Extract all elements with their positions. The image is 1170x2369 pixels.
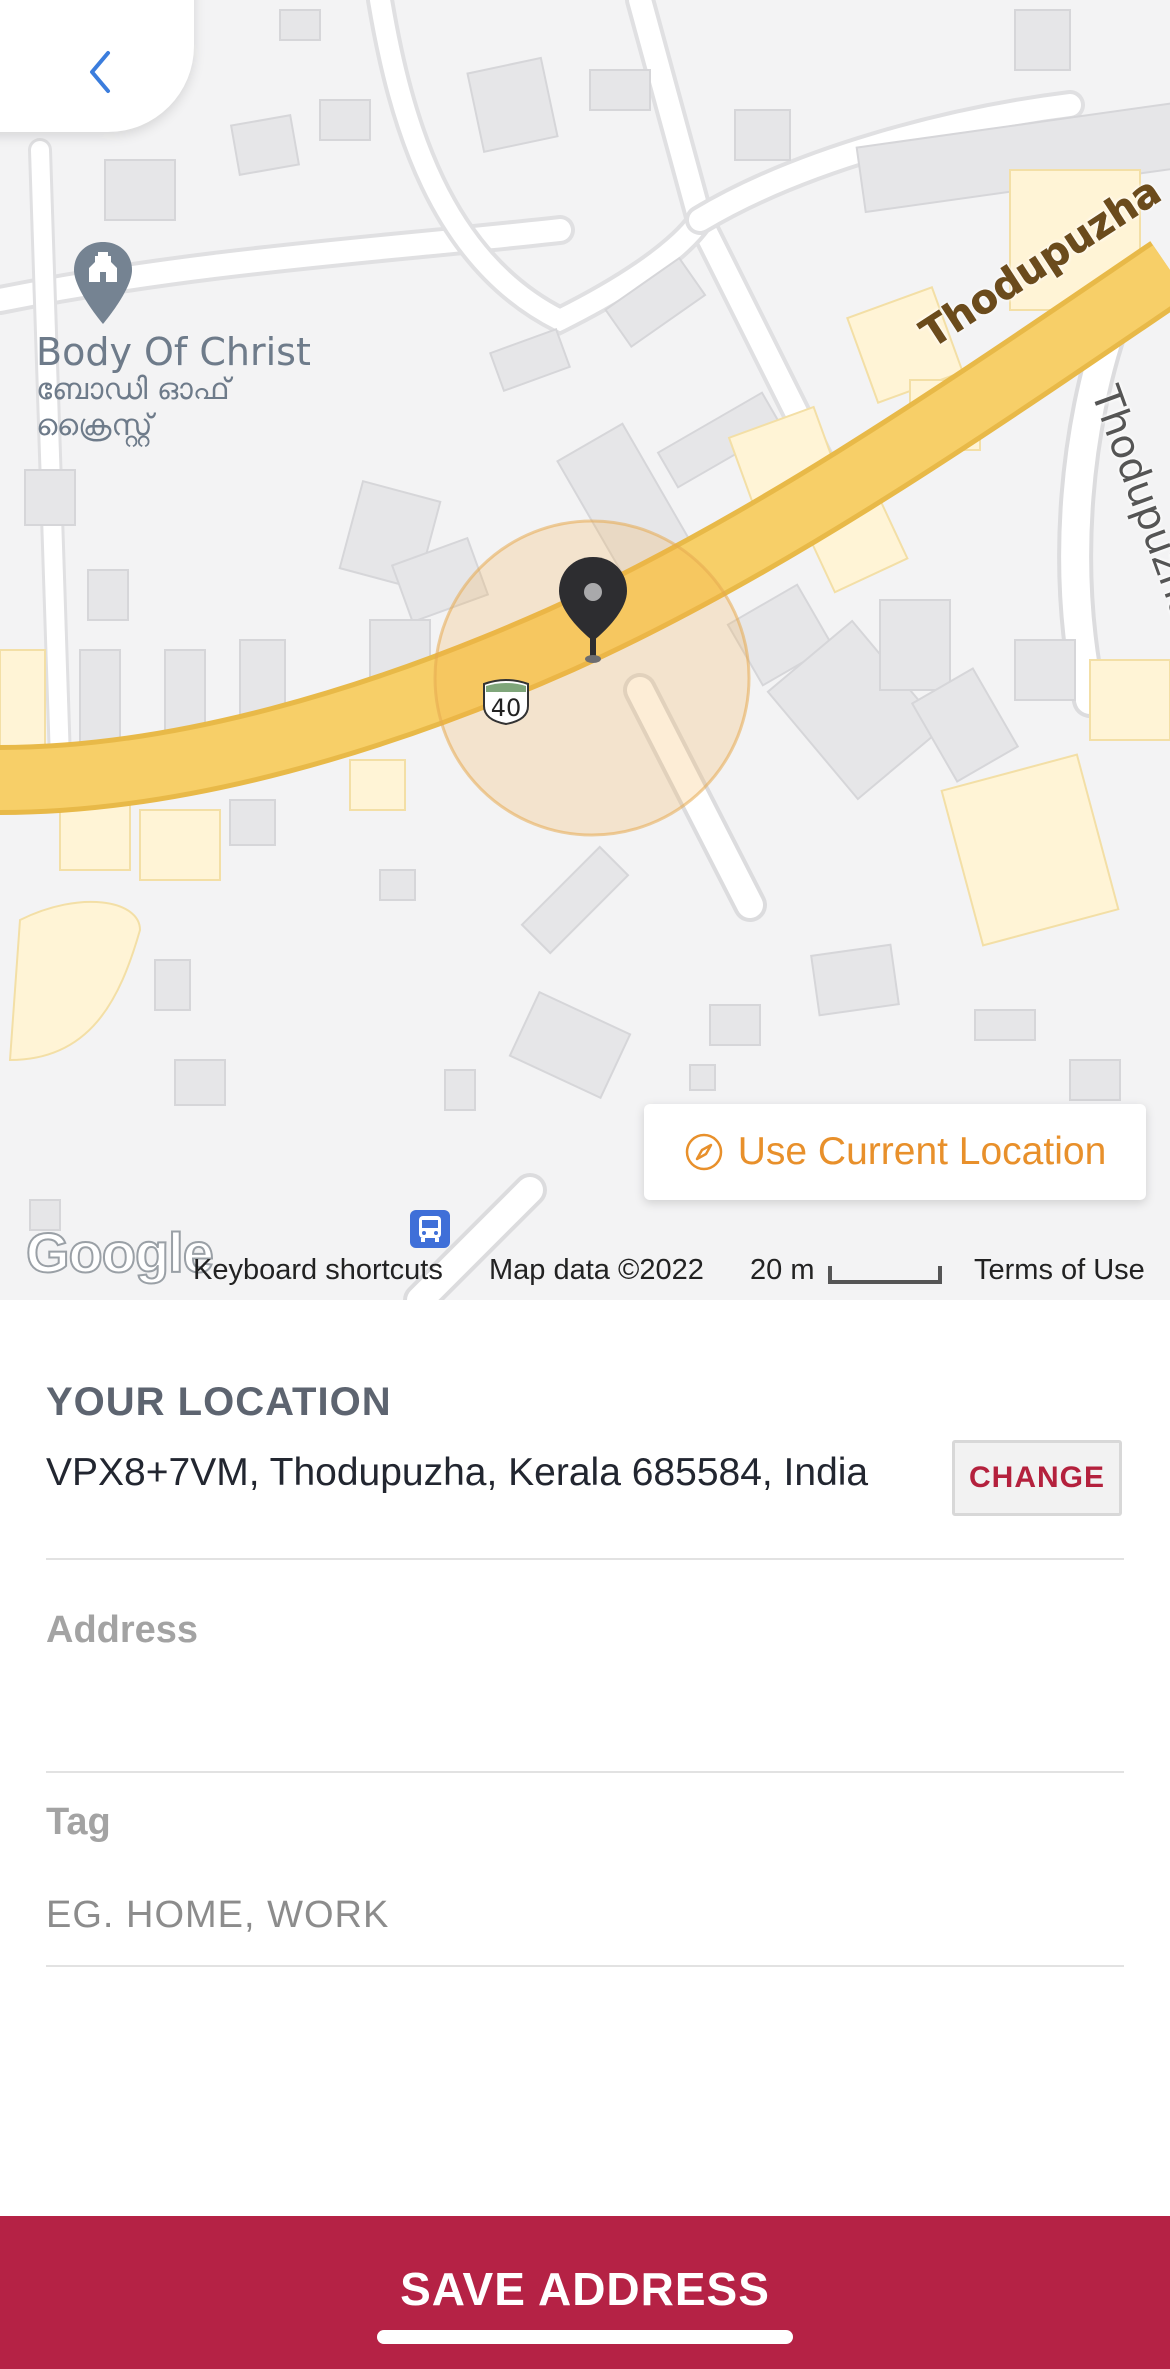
- compass-icon: [685, 1133, 722, 1171]
- use-current-location-button[interactable]: Use Current Location: [644, 1104, 1146, 1200]
- keyboard-shortcuts-link[interactable]: Keyboard shortcuts: [193, 1254, 443, 1287]
- bus-stop-icon[interactable]: [410, 1210, 450, 1248]
- your-location-heading: YOUR LOCATION: [46, 1380, 392, 1424]
- address-label: Address: [46, 1609, 199, 1651]
- divider: [46, 1558, 1124, 1560]
- map-scale-bar: [828, 1266, 942, 1284]
- save-bar: SAVE ADDRESS: [0, 2216, 1170, 2369]
- detected-location-text: VPX8+7VM, Thodupuzha, Kerala 685584, Ind…: [46, 1451, 869, 1494]
- map-view[interactable]: Thodupuzha Thodupuzha Bypass 40 Body Of …: [0, 0, 1170, 1300]
- address-input[interactable]: [46, 1668, 1124, 1738]
- location-pin-icon[interactable]: [555, 555, 631, 667]
- use-current-location-label: Use Current Location: [737, 1130, 1107, 1173]
- google-logo: Google: [25, 1220, 215, 1285]
- route-shield-number: 40: [490, 694, 522, 722]
- church-poi-icon[interactable]: [72, 240, 134, 326]
- divider: [46, 1965, 1124, 1967]
- home-indicator[interactable]: [377, 2330, 793, 2344]
- route-shield: 40: [480, 678, 532, 726]
- poi-label[interactable]: Body Of Christ ബോഡി ഓഫ് ക്രൈസ്റ്റ്: [36, 332, 311, 444]
- divider: [46, 1771, 1124, 1773]
- map-attribution-bar: Google Keyboard shortcuts Map data ©2022…: [0, 1210, 1170, 1300]
- chevron-left-icon: [90, 51, 110, 93]
- poi-name: Body Of Christ: [36, 330, 311, 374]
- poi-name-local-2: ക്രൈസ്റ്റ്: [36, 408, 153, 443]
- poi-name-local: ബോഡി ഓഫ്: [36, 372, 230, 407]
- tag-label: Tag: [46, 1801, 111, 1843]
- terms-of-use-link[interactable]: Terms of Use: [974, 1254, 1145, 1287]
- tag-input[interactable]: [46, 1880, 1124, 1950]
- map-data-attribution: Map data ©2022: [489, 1254, 704, 1286]
- save-address-button[interactable]: SAVE ADDRESS: [0, 2216, 1170, 2369]
- change-location-button[interactable]: CHANGE: [952, 1440, 1122, 1516]
- map-scale-label: 20 m: [750, 1254, 815, 1286]
